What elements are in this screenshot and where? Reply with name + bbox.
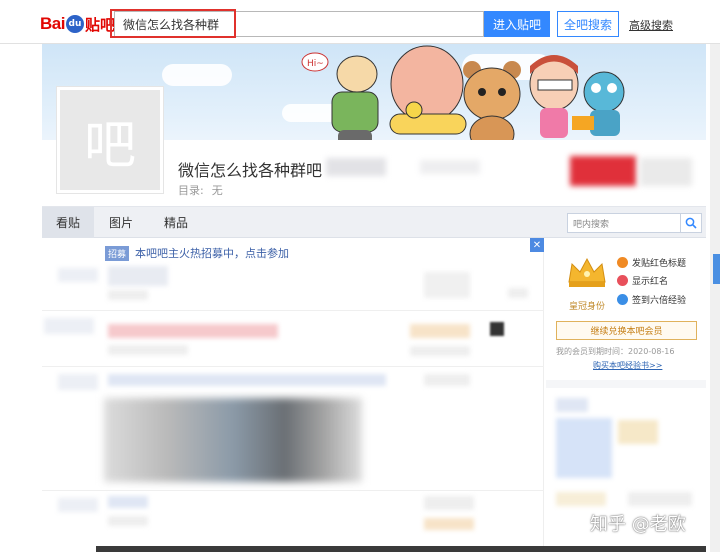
blurred-post-author [424,374,470,386]
blurred-post-author [424,272,470,298]
blurred-sidebar-text [618,420,658,444]
crown-status-label: 皇冠身份 [569,302,606,312]
blurred-post-title[interactable] [108,324,278,338]
forum-catalog: 目录: 无 [178,182,223,198]
recruit-tag: 招募 [105,245,130,261]
blurred-reply-count [58,268,98,282]
blurred-stats-2 [420,160,480,174]
search-icon[interactable] [681,213,702,233]
recruit-text: 本吧吧主火热招募中，点击参加 [135,247,290,260]
blurred-post-image[interactable] [104,398,362,482]
logo-bai-text: Bai [40,14,65,33]
red-title-icon [617,257,628,268]
forum-avatar[interactable]: 吧 [56,86,164,194]
blurred-post-title[interactable] [108,496,148,508]
logo-tieba-text: 贴吧 [84,15,115,34]
blurred-post-time [508,288,528,298]
svg-text:Hi~: Hi~ [307,59,324,69]
perk-red-title: 发贴红色标题 [617,256,686,269]
close-icon[interactable]: ✕ [530,238,544,252]
blurred-post-snippet [108,290,148,300]
blurred-post-snippet [108,345,188,355]
renew-membership-button[interactable]: 继续兑换本吧会员 [556,321,697,340]
catalog-label: 目录: [178,184,204,197]
advanced-search-link[interactable]: 高级搜索 [629,17,673,33]
scrollbar-thumb[interactable] [713,254,720,284]
blurred-sidebar-title [556,398,588,412]
blurred-follow-button[interactable] [570,156,636,186]
crown-icon [568,257,606,287]
perk-label: 签到六倍经验 [632,296,687,306]
catalog-value: 无 [211,184,223,197]
in-forum-search-input[interactable]: 吧内搜索 [567,213,681,233]
row-divider [42,490,544,491]
tab-posts[interactable]: 看贴 [42,207,94,238]
recruit-notice[interactable]: 招募 本吧吧主火热招募中，点击参加 [105,245,289,261]
row-divider [42,366,544,367]
blurred-post-title[interactable] [108,266,168,286]
baidu-tieba-logo[interactable]: Bai du 贴吧 [40,12,115,36]
blurred-reply-count [44,318,94,334]
perk-label: 发贴红色标题 [632,259,687,269]
sign-exp-icon [617,294,628,305]
blurred-reply-count [58,498,98,512]
search-all-forums-button[interactable]: 全吧搜索 [557,11,619,37]
blurred-post-time [410,346,470,356]
search-input[interactable] [115,12,483,36]
row-divider [42,310,544,311]
blurred-stats [326,158,386,176]
tab-featured[interactable]: 精品 [148,207,204,238]
membership-expire-text: 我的会员到期时间：2020-08-16 [556,347,675,356]
bottom-bar [96,546,706,552]
blurred-sidebar-row-2 [628,492,692,506]
tab-pictures[interactable]: 图片 [96,207,146,238]
forum-avatar-placeholder: 吧 [60,90,160,190]
zhihu-watermark: 知乎 @老欧 [590,514,686,535]
logo-paw-icon: du [65,15,84,33]
blurred-sidebar-image[interactable] [556,418,612,478]
blurred-signin-button[interactable] [640,158,692,186]
blurred-post-title[interactable] [108,374,386,386]
forum-title[interactable]: 微信怎么找各种群吧 [178,157,322,181]
enter-forum-button[interactable]: 进入贴吧 [484,11,550,37]
blurred-post-time [424,518,474,530]
blurred-post-author [424,496,474,510]
blurred-post-snippet [108,516,148,526]
perk-sign-exp: 签到六倍经验 [617,293,686,306]
buy-exp-book-link[interactable]: 购买本吧经验书>> [593,360,662,371]
search-box [114,11,484,37]
blurred-post-badge [490,322,504,336]
blurred-sidebar-row [556,492,606,506]
page-scroll-edge [710,44,720,552]
blurred-reply-count [58,374,98,390]
blurred-post-author [410,324,470,338]
sidebar-divider [546,380,706,388]
perk-label: 显示红名 [632,277,669,287]
perk-red-name: 显示红名 [617,274,668,287]
red-name-icon [617,275,628,286]
